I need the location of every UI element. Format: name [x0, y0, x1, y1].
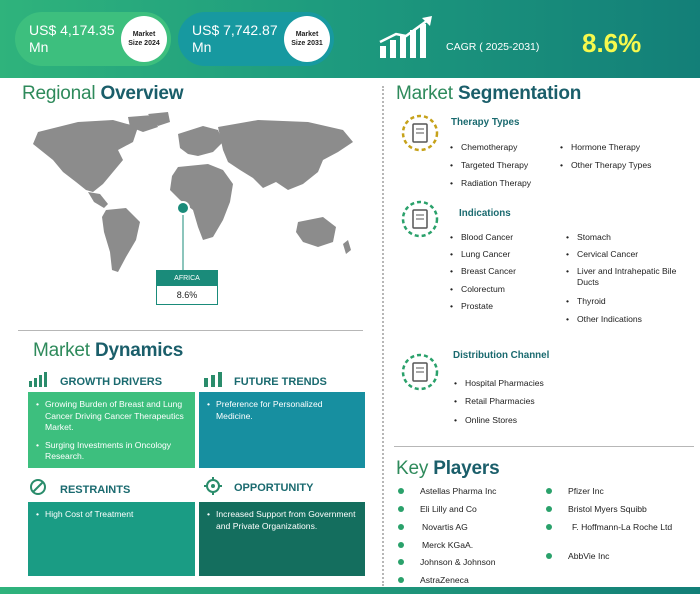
header-banner: US$ 4,174.35 Mn Market Size 2024 US$ 7,74… — [0, 0, 700, 78]
indications-icon — [401, 200, 439, 238]
market-size-2031-badge: Market Size 2031 — [284, 16, 330, 62]
bullet-dot-icon — [398, 577, 404, 583]
list-item: Other Therapy Types — [560, 160, 651, 171]
distribution-channel-icon — [401, 353, 439, 391]
list-item: High Cost of Treatment — [36, 509, 187, 521]
list-item: Cervical Cancer — [566, 249, 638, 260]
therapy-types-title: Therapy Types — [451, 117, 520, 128]
opportunity-box: Increased Support from Government and Pr… — [199, 502, 365, 576]
market-segmentation-title: Market Segmentation — [396, 83, 582, 104]
list-item: AstraZeneca — [398, 575, 469, 586]
restraints-title: RESTRAINTS — [60, 484, 131, 496]
market-size-2024-pill: US$ 4,174.35 Mn Market Size 2024 — [15, 12, 171, 66]
list-item: Prostate — [450, 301, 493, 312]
list-item: Astellas Pharma Inc — [398, 486, 496, 497]
list-item: Chemotherapy — [450, 142, 517, 153]
bullet-dot-icon — [398, 506, 404, 512]
bullet-dot-icon — [546, 524, 552, 530]
list-item: Increased Support from Government and Pr… — [207, 509, 357, 532]
list-item: Merck KGaA. — [398, 540, 473, 551]
list-item: Retail Pharmacies — [454, 396, 535, 407]
market-size-2024-badge: Market Size 2024 — [121, 16, 167, 62]
opportunity-icon — [204, 477, 222, 495]
list-item: Bristol Myers Squibb — [546, 504, 647, 515]
bullet-dot-icon — [398, 524, 404, 530]
bullet-dot-icon — [546, 488, 552, 494]
list-item: Pfizer Inc — [546, 486, 604, 497]
footer-bar — [0, 587, 700, 594]
market-size-2031-value: US$ 7,742.87 — [192, 22, 278, 38]
distribution-channel-title: Distribution Channel — [453, 350, 550, 361]
therapy-types-icon — [401, 114, 439, 152]
list-item: Hormone Therapy — [560, 142, 640, 153]
bullet-dot-icon — [398, 488, 404, 494]
list-item: Liver and Intrahepatic Bile Ducts — [566, 266, 696, 288]
list-item: Surging Investments in Oncology Research… — [36, 440, 187, 463]
bullet-dot-icon — [546, 553, 552, 559]
list-item: Radiation Therapy — [450, 178, 531, 189]
list-item: Online Stores — [454, 415, 517, 426]
future-trends-title: FUTURE TRENDS — [234, 376, 327, 388]
column-divider — [382, 86, 384, 586]
list-item: Colorectum — [450, 284, 505, 295]
growth-drivers-box: Growing Burden of Breast and Lung Cancer… — [28, 392, 195, 468]
list-item: Breast Cancer — [450, 266, 516, 277]
list-item: Johnson & Johnson — [398, 557, 496, 568]
list-item: Preference for Personalized Medicine. — [207, 399, 357, 422]
market-dynamics-title: Market Dynamics — [33, 340, 184, 361]
market-size-2024-value: US$ 4,174.35 — [29, 22, 115, 38]
restraints-box: High Cost of Treatment — [28, 502, 195, 576]
region-name: AFRICA — [157, 271, 217, 286]
bullet-dot-icon — [398, 559, 404, 565]
growth-drivers-icon — [29, 372, 47, 387]
list-item: Novartis AG — [398, 522, 468, 533]
region-pointer — [176, 201, 190, 270]
list-item: Lung Cancer — [450, 249, 510, 260]
section-divider — [18, 330, 363, 331]
bullet-dot-icon — [398, 542, 404, 548]
region-callout-africa: AFRICA 8.6% — [156, 270, 218, 305]
market-size-2024-unit: Mn — [29, 39, 49, 55]
market-size-2031-unit: Mn — [192, 39, 212, 55]
key-players-title: Key Players — [396, 458, 500, 479]
list-item: Eli Lilly and Co — [398, 504, 477, 515]
list-item: Growing Burden of Breast and Lung Cancer… — [36, 399, 187, 434]
list-item: Thyroid — [566, 296, 606, 307]
indications-title: Indications — [459, 208, 511, 219]
bullet-dot-icon — [546, 506, 552, 512]
growth-chart-icon — [379, 16, 432, 58]
restraints-icon — [30, 479, 46, 495]
cagr-value: 8.6% — [582, 28, 642, 58]
list-item: F. Hoffmann-La Roche Ltd — [546, 522, 696, 533]
list-item: Targeted Therapy — [450, 160, 528, 171]
list-item: AbbVie Inc — [546, 551, 609, 562]
opportunity-title: OPPORTUNITY — [234, 482, 314, 494]
regional-overview-title: Regional Overview — [22, 83, 184, 104]
section-divider — [394, 446, 694, 447]
list-item: Blood Cancer — [450, 232, 513, 243]
cagr-label: CAGR ( 2025-2031) — [446, 41, 540, 53]
future-trends-box: Preference for Personalized Medicine. — [199, 392, 365, 468]
list-item: Other Indications — [566, 314, 642, 325]
list-item: Stomach — [566, 232, 611, 243]
list-item: Hospital Pharmacies — [454, 378, 544, 389]
region-value: 8.6% — [176, 290, 198, 300]
market-size-2031-pill: US$ 7,742.87 Mn Market Size 2031 — [178, 12, 334, 66]
growth-drivers-title: GROWTH DRIVERS — [60, 376, 163, 388]
future-trends-icon — [204, 372, 222, 387]
